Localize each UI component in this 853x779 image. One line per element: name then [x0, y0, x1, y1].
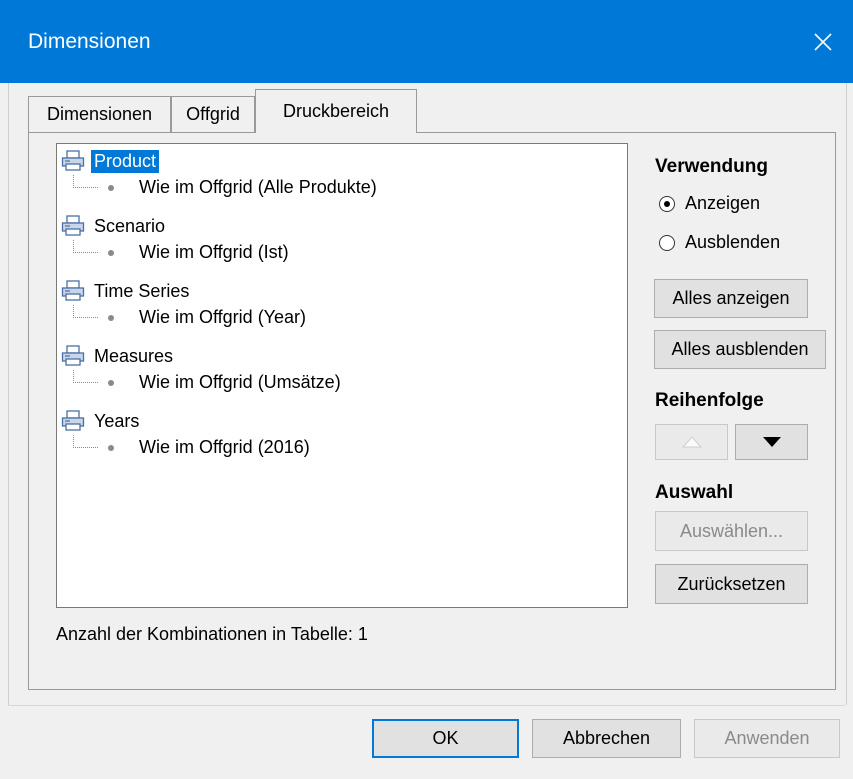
radio-circle [659, 234, 675, 251]
reset-button[interactable]: Zurücksetzen [655, 564, 808, 604]
bullet-icon [108, 445, 114, 451]
tree-connector [73, 175, 98, 188]
tree-item-label: Scenario [94, 215, 166, 236]
order-heading: Reihenfolge [655, 390, 764, 411]
radio-ausblenden[interactable]: Ausblenden [659, 232, 780, 253]
radio-label: Anzeigen [685, 193, 761, 213]
tree-child-item[interactable]: Wie im Offgrid (2016) [139, 437, 310, 458]
tree-child-item[interactable]: Wie im Offgrid (Year) [139, 307, 306, 328]
tree-child-item[interactable]: Wie im Offgrid (Ist) [139, 242, 289, 263]
move-down-button[interactable] [735, 424, 808, 460]
close-button[interactable] [793, 0, 853, 83]
printer-icon [61, 150, 85, 171]
tree-item[interactable]: Measures [61, 343, 176, 369]
combination-count: Anzahl der Kombinationen in Tabelle: 1 [56, 624, 368, 644]
selection-heading: Auswahl [655, 482, 734, 503]
tree-item-label: Product [91, 149, 160, 173]
tree-item-label: Time Series [94, 280, 190, 301]
tree-item[interactable]: Product [61, 148, 160, 174]
tree-child-item[interactable]: Wie im Offgrid (Umsätze) [139, 372, 341, 393]
radio-anzeigen[interactable]: Anzeigen [659, 193, 760, 214]
select-button[interactable]: Auswählen... [655, 511, 808, 551]
cancel-button[interactable]: Abbrechen [532, 719, 681, 758]
tab-label: Offgrid [186, 104, 240, 124]
tree-child-item[interactable]: Wie im Offgrid (Alle Produkte) [139, 177, 377, 198]
tree-item[interactable]: Scenario [61, 213, 168, 239]
tree-connector [73, 370, 98, 383]
verwendung-heading: Verwendung [655, 156, 768, 177]
tab-label: Druckbereich [282, 101, 390, 121]
apply-button[interactable]: Anwenden [694, 719, 840, 758]
arrow-down-icon [762, 437, 781, 447]
radio-circle [659, 195, 675, 212]
printer-icon [61, 345, 85, 366]
move-up-button[interactable] [655, 424, 728, 460]
arrow-up-icon [681, 436, 702, 448]
bullet-icon [108, 185, 114, 191]
printer-icon [61, 410, 85, 431]
tab-label: Dimensionen [46, 104, 153, 124]
hide-all-button[interactable]: Alles ausblenden [654, 330, 826, 369]
tree-connector [73, 305, 98, 318]
tree-item-label: Measures [94, 345, 174, 366]
tab-dimensionen[interactable]: Dimensionen [28, 96, 171, 132]
tree-item[interactable]: Time Series [61, 278, 192, 304]
close-icon [814, 32, 832, 51]
tree-connector [73, 240, 98, 253]
tab-druckbereich[interactable]: Druckbereich [255, 89, 417, 133]
printer-icon [61, 215, 85, 236]
bullet-icon [108, 315, 114, 321]
printer-icon [61, 280, 85, 301]
show-all-button[interactable]: Alles anzeigen [654, 279, 808, 318]
footer-divider [8, 705, 845, 706]
title-bar: Dimensionen [0, 0, 853, 83]
tree-connector [73, 435, 98, 448]
radio-label: Ausblenden [685, 232, 781, 252]
tab-offgrid[interactable]: Offgrid [171, 96, 255, 132]
window-title: Dimensionen [28, 30, 151, 53]
tree-item[interactable]: Years [61, 408, 142, 434]
ok-button[interactable]: OK [372, 719, 519, 758]
dimension-tree[interactable]: Product Wie im Offgrid (Alle Produkte) Sce… [56, 143, 628, 608]
tree-item-label: Years [94, 410, 140, 431]
bullet-icon [108, 250, 114, 256]
bullet-icon [108, 380, 114, 386]
